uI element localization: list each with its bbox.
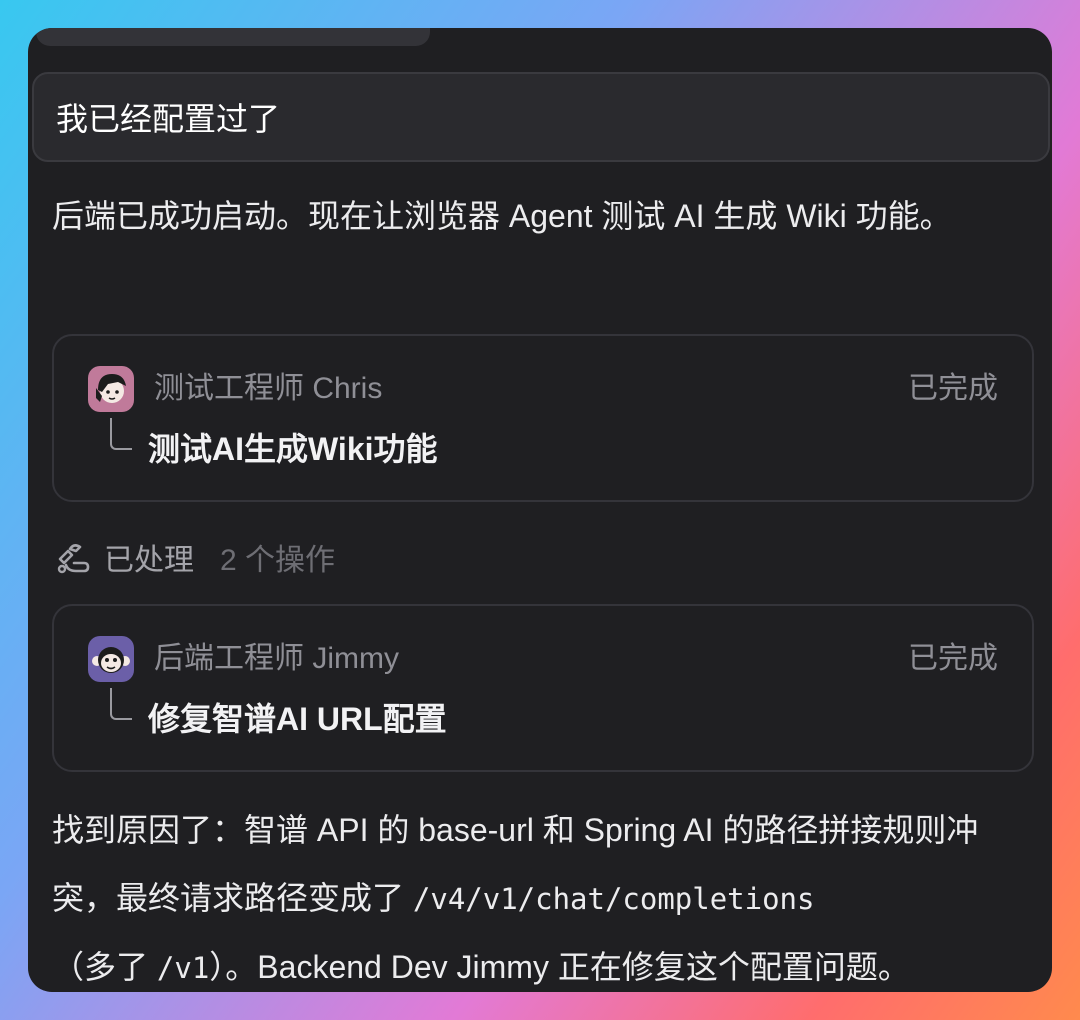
branch-connector-icon bbox=[110, 688, 132, 720]
girl-avatar-icon bbox=[88, 366, 134, 412]
previous-message-edge bbox=[36, 28, 430, 46]
inline-code-version: /v1 bbox=[156, 951, 210, 985]
branch-connector-icon bbox=[110, 418, 132, 450]
tools-icon bbox=[57, 544, 90, 574]
user-message-text: 我已经配置过了 bbox=[56, 101, 281, 137]
agent-name: 测试工程师 Chris bbox=[154, 372, 383, 405]
processed-label: 已处理 bbox=[104, 544, 194, 577]
conclusion-text: （多了 bbox=[52, 949, 157, 985]
processed-count: 2 个操作 bbox=[220, 544, 336, 577]
task-card-chris[interactable]: 测试工程师 Chris 已完成 测试AI生成Wiki功能 bbox=[52, 334, 1034, 502]
assistant-conclusion: 找到原因了：智谱 API 的 base-url 和 Spring AI 的路径拼… bbox=[52, 796, 1032, 992]
user-message: 我已经配置过了 bbox=[32, 72, 1050, 162]
inline-code-path: /v4/v1/chat/completions bbox=[412, 882, 815, 916]
conclusion-text: ）。Backend Dev Jimmy 正在修复这个配置问题。 bbox=[209, 949, 910, 985]
monkey-avatar-icon bbox=[88, 636, 134, 682]
assistant-intro: 后端已成功启动。现在让浏览器 Agent 测试 AI 生成 Wiki 功能。 bbox=[52, 198, 952, 234]
task-title: 测试AI生成Wiki功能 bbox=[148, 431, 438, 467]
status-badge: 已完成 bbox=[908, 372, 998, 405]
agent-name: 后端工程师 Jimmy bbox=[154, 642, 399, 675]
processed-summary[interactable]: 已处理 2 个操作 bbox=[52, 532, 335, 582]
chat-window: 我已经配置过了 后端已成功启动。现在让浏览器 Agent 测试 AI 生成 Wi… bbox=[28, 28, 1052, 992]
status-badge: 已完成 bbox=[908, 642, 998, 675]
task-card-jimmy[interactable]: 后端工程师 Jimmy 已完成 修复智谱AI URL配置 bbox=[52, 604, 1034, 772]
task-title: 修复智谱AI URL配置 bbox=[148, 701, 447, 737]
